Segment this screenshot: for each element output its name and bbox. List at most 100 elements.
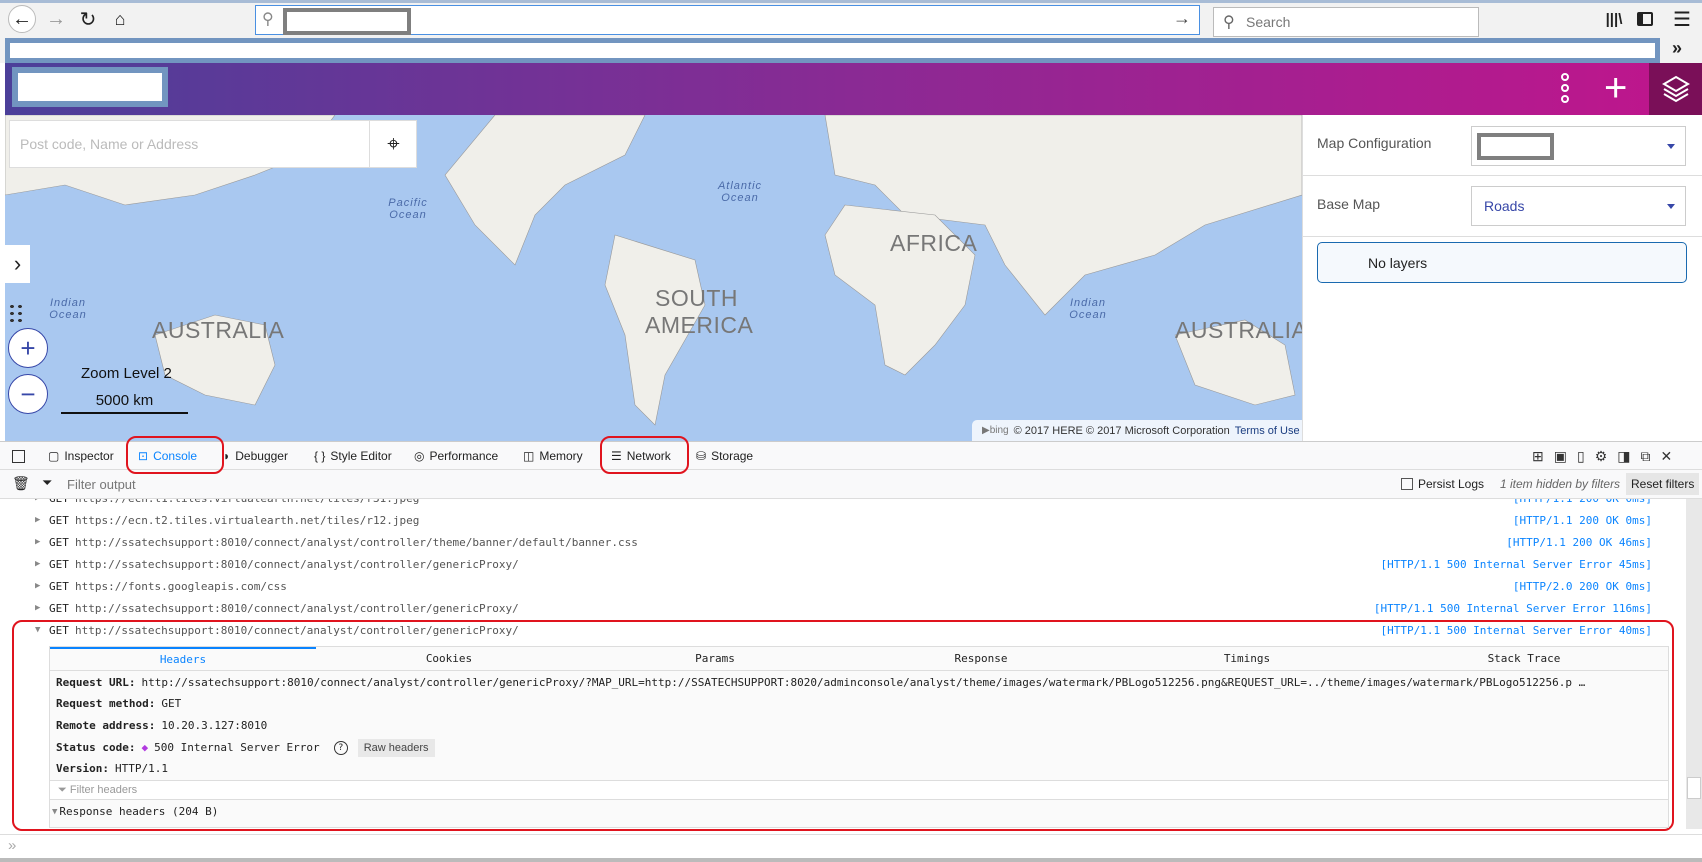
reload-icon: ↻	[79, 8, 97, 31]
response-headers-toggle[interactable]: ▼ Response headers (204 B)	[52, 801, 218, 822]
expand-triangle-icon[interactable]: ▶	[35, 603, 40, 613]
request-row[interactable]: ▶ GET http://ssatechsupport:8010/connect/a…	[0, 553, 1680, 575]
back-button[interactable]: ←	[8, 5, 36, 33]
search-icon: ⚲	[1223, 14, 1235, 31]
tab-headers[interactable]: Headers	[50, 647, 316, 670]
terms-of-use-link[interactable]: Terms of Use	[1235, 425, 1300, 437]
address-search-input[interactable]: Post code, Name or Address ⌖	[9, 120, 417, 168]
console-input[interactable]: »	[0, 834, 1702, 858]
tab-performance[interactable]: ◎ Performance	[414, 442, 498, 470]
undock-icon[interactable]: ⧉	[1640, 448, 1650, 465]
expand-panel-button[interactable]: ›	[5, 245, 30, 283]
request-status[interactable]: [HTTP/1.1 200 OK 0ms]	[1513, 514, 1652, 527]
zoom-in-button[interactable]: +	[8, 328, 48, 368]
drag-handle-icon[interactable]	[8, 303, 24, 325]
base-map-select[interactable]: Roads	[1471, 186, 1686, 226]
more-options-icon[interactable]	[1557, 73, 1573, 103]
remote-address-row: Remote address: 10.20.3.127:8010	[56, 719, 268, 732]
request-status[interactable]: [HTTP/1.1 500 Internal Server Error 45ms…	[1380, 558, 1652, 571]
tab-timings[interactable]: Timings	[1114, 647, 1380, 670]
request-method: GET	[49, 601, 69, 615]
responsive-icon[interactable]: ▯	[1577, 448, 1585, 465]
back-icon: ←	[12, 7, 32, 30]
request-status[interactable]: [HTTP/1.1 500 Internal Server Error 116m…	[1374, 602, 1652, 615]
dropdown-caret-icon	[1667, 204, 1675, 213]
menu-icon: ☰	[1673, 8, 1691, 31]
console-scrollbar[interactable]	[1686, 499, 1702, 829]
request-row[interactable]: ▶ GET https://ecn.t1.tiles.virtualearth.ne…	[0, 499, 1680, 509]
request-row[interactable]: ▶ GET http://ssatechsupport:8010/connect/a…	[0, 597, 1680, 619]
overflow-icon[interactable]: »	[1672, 38, 1682, 59]
scale-bar: 5000 km	[61, 392, 188, 414]
filter-headers-input[interactable]: ⏷ Filter headers	[50, 780, 1668, 800]
forward-button[interactable]: →	[42, 5, 70, 33]
expand-triangle-icon[interactable]: ▶	[35, 537, 40, 547]
request-url[interactable]: http://ssatechsupport:8010/connect/analy…	[75, 536, 638, 549]
tab-stack-trace[interactable]: Stack Trace	[1380, 647, 1668, 670]
request-url[interactable]: http://ssatechsupport:8010/connect/analy…	[75, 602, 519, 615]
request-url[interactable]: https://fonts.googleapis.com/css	[75, 580, 287, 593]
close-icon[interactable]: ✕	[1660, 448, 1672, 465]
library-button[interactable]: |||\	[1600, 5, 1628, 33]
dock-side-icon[interactable]: ◨	[1617, 448, 1630, 465]
trash-icon[interactable]: 🗑	[12, 475, 30, 492]
request-url[interactable]: http://ssatechsupport:8010/connect/analy…	[75, 558, 519, 571]
expand-triangle-icon[interactable]: ▶	[35, 581, 40, 591]
split-console-icon[interactable]: ⊞	[1532, 448, 1544, 465]
home-icon: ⌂	[114, 8, 126, 29]
status-diamond-icon: ◆	[141, 741, 149, 754]
map-configuration-select[interactable]	[1471, 126, 1686, 166]
tab-response[interactable]: Response	[848, 647, 1114, 670]
hidden-items-info: 1 item hidden by filters	[1500, 477, 1621, 491]
reload-button[interactable]: ↻	[74, 5, 102, 33]
request-status[interactable]: [HTTP/2.0 200 OK 0ms]	[1513, 580, 1652, 593]
request-row[interactable]: ▶ GET https://fonts.googleapis.com/css [HTT…	[0, 575, 1680, 597]
divider	[1303, 236, 1702, 237]
prompt-chevron-icon: »	[8, 837, 17, 854]
details-tabs: Headers Cookies Params Response Timings …	[50, 647, 1668, 671]
browser-search-input[interactable]: ⚲ Search	[1213, 7, 1479, 37]
frame-icon[interactable]: ▣	[1554, 448, 1567, 465]
request-url-row: Request URL: http://ssatechsupport:8010/c…	[56, 676, 1586, 689]
redacted-logo	[12, 67, 168, 107]
status-code-row: Status code: ◆ 500 Internal Server Error ?…	[56, 737, 435, 758]
raw-headers-button[interactable]: Raw headers	[357, 738, 435, 757]
request-status[interactable]: [HTTP/1.1 200 OK 0ms]	[1513, 499, 1652, 505]
minus-icon: −	[20, 378, 36, 409]
persist-logs-checkbox[interactable]: Persist Logs	[1401, 477, 1484, 491]
element-picker-button[interactable]	[12, 442, 25, 470]
expand-triangle-icon[interactable]: ▶	[35, 559, 40, 569]
zoom-out-button[interactable]: −	[8, 374, 48, 414]
tab-style-editor[interactable]: { } Style Editor	[314, 442, 392, 470]
tab-debugger[interactable]: ◗ Debugger	[223, 442, 288, 470]
expand-triangle-icon[interactable]: ▶	[35, 515, 40, 525]
layers-button[interactable]	[1649, 63, 1702, 115]
tab-params[interactable]: Params	[582, 647, 848, 670]
filter-output-input[interactable]: Filter output	[67, 477, 136, 492]
map-label-pacific: Pacific Ocean	[388, 197, 428, 221]
help-icon[interactable]: ?	[333, 740, 348, 755]
scrollbar-thumb[interactable]	[1687, 777, 1701, 799]
request-url[interactable]: https://ecn.t2.tiles.virtualearth.net/ti…	[75, 514, 419, 527]
locate-button[interactable]: ⌖	[369, 121, 417, 167]
request-row[interactable]: ▶ GET http://ssatechsupport:8010/connect/a…	[0, 531, 1680, 553]
tab-memory[interactable]: ◫ Memory	[523, 442, 583, 470]
gear-icon[interactable]: ⚙	[1595, 448, 1608, 465]
add-icon[interactable]: +	[1604, 66, 1627, 110]
tab-storage[interactable]: ⛁ Storage	[696, 442, 753, 470]
tab-cookies[interactable]: Cookies	[316, 647, 582, 670]
reset-filters-button[interactable]: Reset filters	[1626, 473, 1700, 495]
home-button[interactable]: ⌂	[106, 5, 134, 33]
dropdown-caret-icon	[1667, 144, 1675, 153]
filter-icon: ⏷	[42, 475, 53, 490]
sidebar-button[interactable]	[1631, 5, 1659, 33]
request-row[interactable]: ▶ GET https://ecn.t2.tiles.virtualearth.ne…	[0, 509, 1680, 531]
menu-button[interactable]: ☰	[1668, 5, 1696, 33]
request-status[interactable]: [HTTP/1.1 200 OK 46ms]	[1506, 536, 1652, 549]
request-url-value: http://ssatechsupport:8010/connect/analy…	[141, 676, 1586, 689]
bing-logo: ▶bing	[982, 425, 1009, 436]
tab-inspector[interactable]: ▢ Inspector	[48, 442, 114, 470]
go-arrow-icon[interactable]: →	[1173, 8, 1191, 29]
request-url[interactable]: https://ecn.t1.tiles.virtualearth.net/ti…	[75, 499, 419, 505]
expand-triangle-icon[interactable]: ▶	[35, 499, 40, 503]
